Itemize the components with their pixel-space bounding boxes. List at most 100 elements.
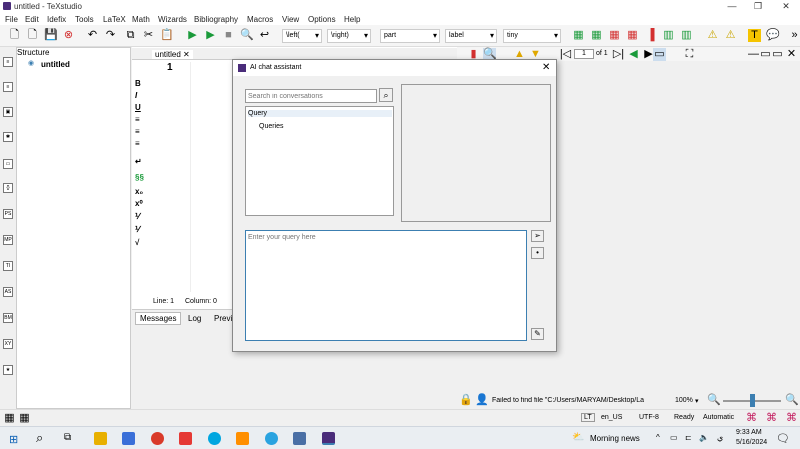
tab-untitled[interactable]: untitled ✕ <box>152 50 193 59</box>
tab-preview[interactable]: Previ <box>214 314 232 323</box>
zoom-in-icon[interactable]: 🔍 <box>785 394 799 407</box>
query-input[interactable] <box>245 230 527 341</box>
subscript-icon[interactable]: x₀ <box>135 187 143 196</box>
brackets-panel-icon[interactable]: {} <box>3 183 13 193</box>
cut-icon[interactable]: ✂ <box>142 29 155 42</box>
build-and-view-icon[interactable]: ▶ <box>186 29 199 42</box>
copy-icon[interactable]: ⧉ <box>124 29 137 42</box>
close-file-icon[interactable]: ⊗ <box>62 29 75 42</box>
menu-idefix[interactable]: Idefix <box>47 15 66 24</box>
stop-icon[interactable]: ■ <box>222 29 235 42</box>
menu-latex[interactable]: LaTeX <box>103 15 126 24</box>
conversation-search-input[interactable] <box>245 89 377 103</box>
more-icon[interactable]: » <box>788 29 800 42</box>
pdf-zoom-level[interactable]: 100% <box>675 397 693 404</box>
spellcheck-language[interactable]: en_US <box>601 414 622 421</box>
comment-icon[interactable]: 💬 <box>766 29 780 42</box>
dfrac-icon[interactable]: ⅟ <box>135 225 140 234</box>
tree-item-queries[interactable]: Queries <box>259 123 284 130</box>
menu-options[interactable]: Options <box>308 15 336 24</box>
menu-math[interactable]: Math <box>132 15 150 24</box>
newline-icon[interactable]: ↵ <box>135 157 142 166</box>
pdf-fit-icon[interactable]: ▭ <box>653 48 666 61</box>
italic-icon[interactable]: I <box>135 91 137 100</box>
warning2-icon[interactable]: ⚠ <box>724 29 737 42</box>
ime-icon[interactable]: ي <box>717 433 723 442</box>
sectioning-select[interactable]: part <box>380 29 440 43</box>
window-app-icon[interactable] <box>293 432 306 445</box>
underline-icon[interactable]: U <box>135 103 141 112</box>
pdf-back-icon[interactable]: ◀ <box>627 48 640 61</box>
files-panel-icon[interactable]: ▭ <box>3 159 13 169</box>
weather-label[interactable]: Morning news <box>590 434 640 443</box>
menu-file[interactable]: File <box>5 15 18 24</box>
menu-tools[interactable]: Tools <box>75 15 94 24</box>
bookmark2-icon[interactable]: ⌘ <box>765 412 778 425</box>
compile-icon[interactable]: ▶ <box>204 29 217 42</box>
tab-close-icon[interactable]: ✕ <box>183 50 190 59</box>
search-button[interactable]: ⌕ <box>379 88 393 102</box>
beamer-panel-icon[interactable]: BM <box>3 313 13 323</box>
menu-help[interactable]: Help <box>344 15 360 24</box>
tab-messages[interactable]: Messages <box>135 312 182 325</box>
taskbar-search-icon[interactable]: ⌕ <box>36 430 43 446</box>
maximize-button[interactable]: ❐ <box>746 1 770 12</box>
pdf-dock-icon[interactable]: ▭ <box>771 48 784 61</box>
bold-icon[interactable]: B <box>135 79 141 88</box>
chrome-icon[interactable] <box>151 432 164 445</box>
align-right-icon[interactable]: ≡ <box>135 139 140 148</box>
notification-icon[interactable]: 🗨 <box>776 432 790 445</box>
editor-text-area[interactable] <box>190 62 232 292</box>
pdf-lock-icon[interactable]: 🔒 <box>459 394 473 407</box>
menu-edit[interactable]: Edit <box>25 15 39 24</box>
structure-root-item[interactable]: untitled <box>41 60 70 69</box>
tikz-panel-icon[interactable]: TI <box>3 261 13 271</box>
chart-app-icon[interactable] <box>122 432 135 445</box>
menu-view[interactable]: View <box>282 15 299 24</box>
zoom-out-icon[interactable]: 🔍 <box>707 394 721 407</box>
table-remove-icon[interactable]: ▦ <box>626 29 639 42</box>
redo-icon[interactable]: ↷ <box>104 29 117 42</box>
align-center-icon[interactable]: ≡ <box>135 127 140 136</box>
table-align-icon[interactable]: ▥ <box>680 29 693 42</box>
warning-icon[interactable]: ⚠ <box>706 29 719 42</box>
close-button[interactable]: ✕ <box>774 1 798 12</box>
text-icon[interactable]: T <box>748 29 761 42</box>
table-icon[interactable]: ▦ <box>572 29 585 42</box>
zoom-slider-handle[interactable] <box>750 394 755 407</box>
table-row-icon[interactable]: ▦ <box>590 29 603 42</box>
menu-macros[interactable]: Macros <box>247 15 273 24</box>
right-delimiter-select[interactable]: \right) <box>327 29 371 43</box>
compile-mode[interactable]: Automatic <box>703 414 734 421</box>
tray-chevron-icon[interactable]: ^ <box>656 433 660 442</box>
clock-time[interactable]: 9:33 AM <box>736 429 762 436</box>
asy-panel-icon[interactable]: AS <box>3 287 13 297</box>
languagetool-badge[interactable]: LT <box>581 413 595 422</box>
todo-panel-icon[interactable]: ≡ <box>3 82 13 92</box>
skype-icon[interactable] <box>208 432 221 445</box>
battery-icon[interactable]: ▭ <box>670 433 678 442</box>
app-icon[interactable] <box>236 432 249 445</box>
file-explorer-icon[interactable] <box>94 432 107 445</box>
network-icon[interactable]: ⊏ <box>685 433 692 442</box>
left-delimiter-select[interactable]: \left( <box>282 29 322 43</box>
toggle-structure-icon[interactable]: ▦ <box>3 412 16 425</box>
tab-log[interactable]: Log <box>188 314 201 323</box>
new-file-icon[interactable]: 🗋 <box>8 29 21 42</box>
bookmark1-icon[interactable]: ⌘ <box>745 412 758 425</box>
dialog-close-button[interactable]: ✕ <box>542 62 550 73</box>
table-remove-col-icon[interactable]: ▐ <box>644 29 657 42</box>
pdf-last-page-icon[interactable]: ▷| <box>612 48 625 61</box>
new-from-template-icon[interactable]: 🗋 <box>26 29 39 42</box>
menu-bibliography[interactable]: Bibliography <box>194 15 238 24</box>
start-icon[interactable]: ⊞ <box>9 433 18 446</box>
save-icon[interactable]: 💾 <box>44 29 58 42</box>
task-view-icon[interactable]: ⧉ <box>64 432 71 443</box>
view-icon[interactable]: 🔍 <box>240 29 254 42</box>
align-left-icon[interactable]: ≡ <box>135 115 140 124</box>
ps-panel-icon[interactable]: PS <box>3 209 13 219</box>
fraction-icon[interactable]: ⅟ <box>135 212 140 221</box>
section-icon[interactable]: §§ <box>135 173 144 182</box>
pdf-page-input[interactable]: 1 <box>574 49 594 59</box>
clock-date[interactable]: 5/16/2024 <box>736 439 767 446</box>
